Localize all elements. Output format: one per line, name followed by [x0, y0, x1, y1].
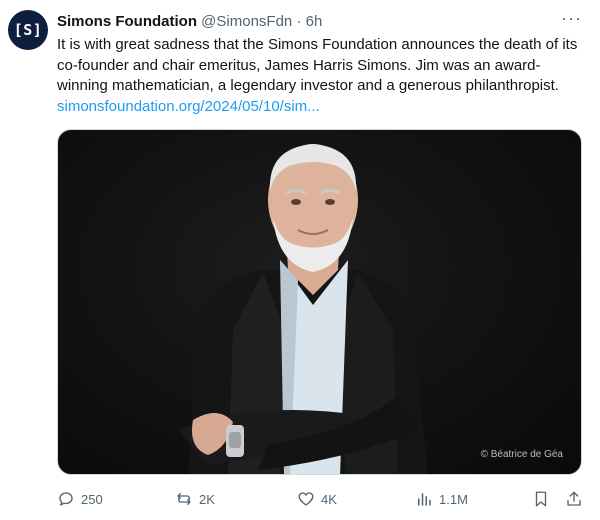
- bookmark-icon: [535, 491, 547, 507]
- views-count: 1.1M: [439, 491, 468, 507]
- avatar[interactable]: [S]: [8, 10, 48, 50]
- separator-dot: ·: [296, 13, 302, 30]
- share-icon: [567, 491, 581, 506]
- avatar-logo: [S]: [13, 21, 43, 39]
- portrait-illustration: [178, 144, 428, 474]
- like-button[interactable]: 4K: [297, 490, 337, 508]
- repost-count: 2K: [199, 491, 215, 507]
- reply-button[interactable]: 250: [57, 490, 103, 508]
- reply-count: 250: [81, 491, 103, 507]
- views-icon: [418, 493, 431, 506]
- share-button[interactable]: [565, 490, 583, 508]
- more-options-icon[interactable]: ···: [561, 8, 582, 29]
- timestamp[interactable]: 6h: [306, 13, 323, 30]
- like-count: 4K: [321, 491, 337, 507]
- photo-credit: © Béatrice de Géa: [480, 449, 563, 460]
- bookmark-button[interactable]: [532, 490, 550, 508]
- tweet-link[interactable]: simonsfoundation.org/2024/05/10/sim...: [57, 98, 320, 115]
- display-name[interactable]: Simons Foundation: [57, 13, 197, 30]
- tweet-photo[interactable]: © Béatrice de Géa: [57, 129, 582, 475]
- action-bar: 250 2K 4K 1.1M: [57, 490, 587, 512]
- handle[interactable]: @SimonsFdn: [201, 13, 292, 30]
- like-icon: [298, 492, 314, 506]
- reply-icon: [59, 492, 73, 506]
- tweet: [S] Simons Foundation @SimonsFdn · 6h ··…: [0, 0, 600, 520]
- tweet-body: It is with great sadness that the Simons…: [57, 36, 578, 94]
- views-button[interactable]: 1.1M: [415, 490, 468, 508]
- repost-icon: [177, 493, 191, 505]
- tweet-text: It is with great sadness that the Simons…: [57, 35, 587, 117]
- tweet-header: Simons Foundation @SimonsFdn · 6h: [57, 12, 322, 32]
- repost-button[interactable]: 2K: [175, 490, 215, 508]
